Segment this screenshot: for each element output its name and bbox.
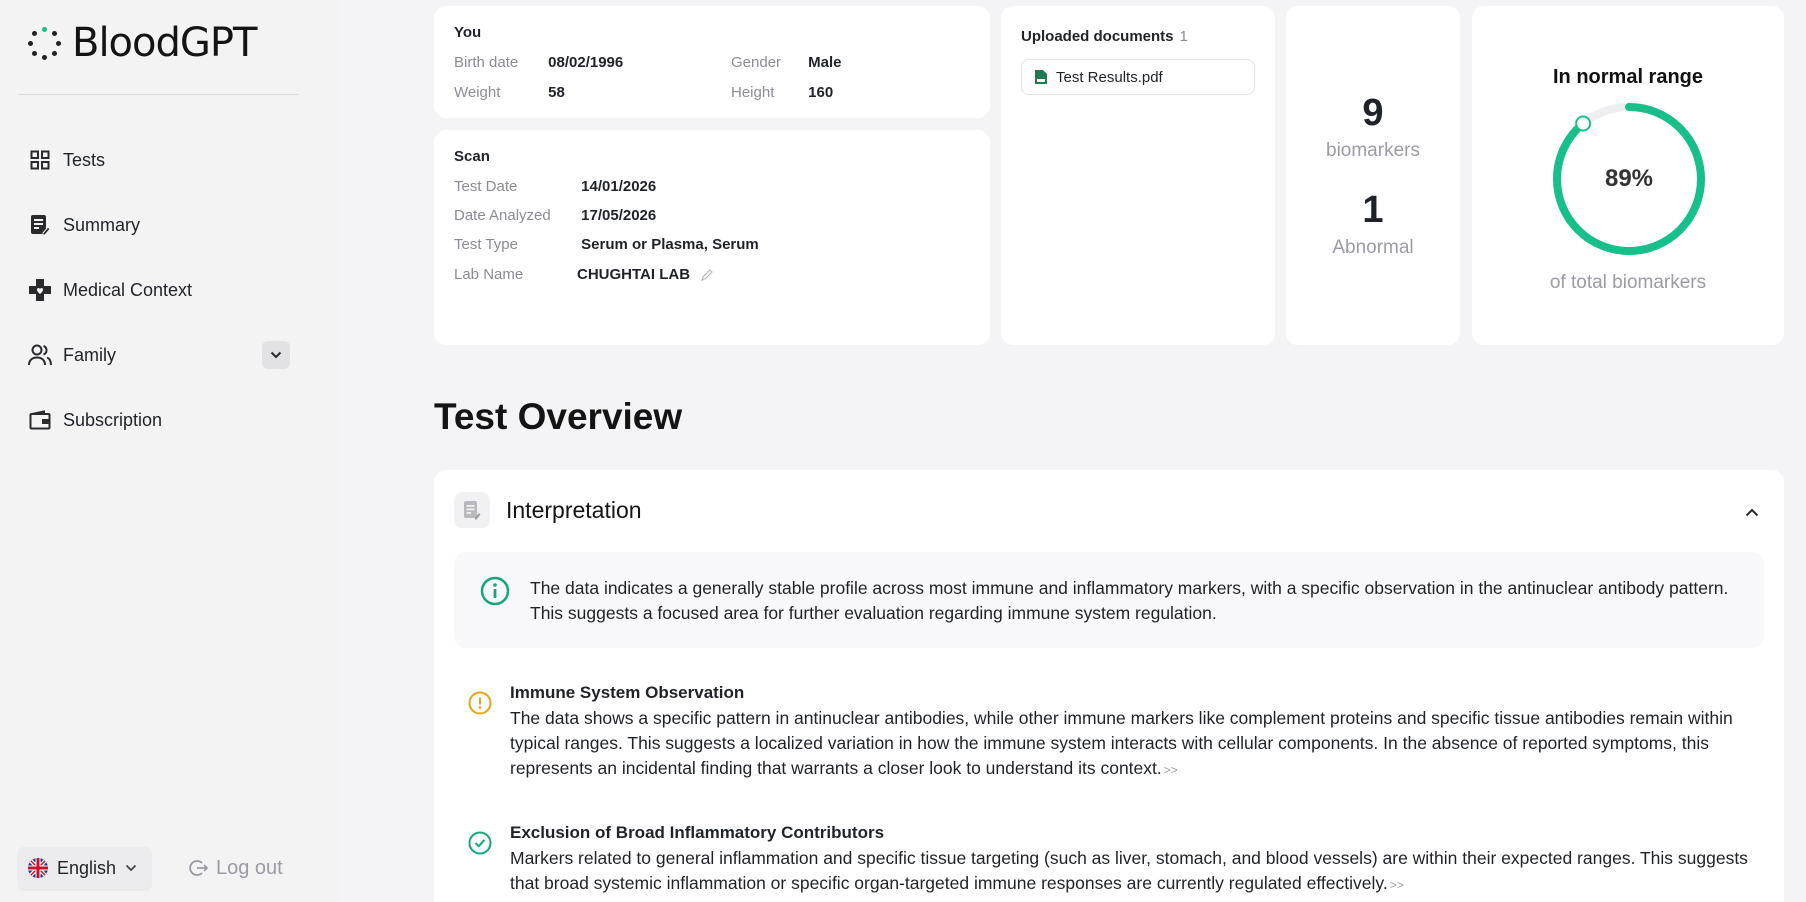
document-file-name: Test Results.pdf <box>1056 68 1163 86</box>
divider <box>18 94 298 95</box>
height-label: Height <box>731 84 775 101</box>
finding-title: Exclusion of Broad Inflammatory Contribu… <box>510 823 885 842</box>
chevron-down-icon <box>125 864 137 872</box>
chevron-down-icon <box>270 351 282 359</box>
lab-name-row: Lab Name CHUGHTAI LAB <box>454 266 714 283</box>
info-icon <box>480 576 510 606</box>
sidebar-item-summary[interactable]: Summary <box>28 205 290 245</box>
sidebar-item-label: Tests <box>63 149 106 170</box>
lab-name-label: Lab Name <box>454 266 524 283</box>
date-analyzed-row: Date Analyzed 17/05/2026 <box>454 207 656 224</box>
biomarkers-label: biomarkers <box>1326 140 1420 161</box>
finding-text: Markers related to general inflammation … <box>510 846 1758 898</box>
sidebar-item-label: Medical Context <box>63 279 193 300</box>
users-icon <box>28 343 52 367</box>
interpretation-title: Interpretation <box>506 496 642 523</box>
edit-pencil-icon[interactable] <box>700 268 714 282</box>
lab-name-value: CHUGHTAI LAB <box>577 266 691 283</box>
main-content: You Birth date 08/02/1996 Gender Male We… <box>408 0 1806 902</box>
date-analyzed-value: 17/05/2026 <box>581 207 657 224</box>
scan-title: Scan <box>454 148 490 165</box>
weight-label: Weight <box>454 84 501 101</box>
document-icon <box>454 492 490 528</box>
grid-icon <box>28 148 52 172</box>
logout-label: Log out <box>216 856 283 879</box>
finding-item: Exclusion of Broad Inflammatory Contribu… <box>468 823 1758 898</box>
test-date-value: 14/01/2026 <box>581 178 657 195</box>
page-title: Test Overview <box>434 396 683 437</box>
logout-button[interactable]: Log out <box>188 847 283 889</box>
sidebar-item-family[interactable]: Family <box>28 335 290 375</box>
normal-range-title: In normal range <box>1552 66 1704 88</box>
finding-item: Immune System Observation The data shows… <box>468 683 1758 783</box>
read-more-link[interactable]: >> <box>1390 878 1404 892</box>
sidebar-item-label: Subscription <box>63 409 163 430</box>
document-edit-icon <box>28 213 52 237</box>
test-date-row: Test Date 14/01/2026 <box>454 178 656 195</box>
normal-range-card: In normal range 89% of total biomarkers <box>1472 6 1784 345</box>
scan-card: Scan Test Date 14/01/2026 Date Analyzed … <box>434 130 990 345</box>
finding-text: The data shows a specific pattern in ant… <box>510 706 1758 783</box>
uploaded-documents-card: Uploaded documents 1 Test Results.pdf <box>1001 6 1275 345</box>
sidebar-item-tests[interactable]: Tests <box>28 140 290 180</box>
birth-date-value: 08/02/1996 <box>548 54 624 71</box>
sidebar: BloodGPT Tests Summary Medical Context F… <box>0 0 338 902</box>
date-analyzed-label: Date Analyzed <box>454 207 551 224</box>
document-file-chip[interactable]: Test Results.pdf <box>1021 59 1255 95</box>
weight-row: Weight 58 <box>454 84 565 101</box>
app-logo[interactable]: BloodGPT <box>28 20 257 66</box>
sidebar-item-medical-context[interactable]: Medical Context <box>28 270 290 310</box>
gender-label: Gender <box>731 54 782 71</box>
weight-value: 58 <box>548 84 565 101</box>
profile-title: You <box>454 24 482 41</box>
height-value: 160 <box>808 84 834 101</box>
finding-body: The data shows a specific pattern in ant… <box>510 708 1733 778</box>
documents-count: 1 <box>1179 28 1188 45</box>
language-selector[interactable]: English <box>18 847 152 889</box>
gender-value: Male <box>808 54 842 71</box>
read-more-link[interactable]: >> <box>1164 763 1178 777</box>
interpretation-summary-text: The data indicates a generally stable pr… <box>530 578 1729 623</box>
normal-range-percent: 89% <box>1604 165 1654 192</box>
abnormal-count: 1 <box>1362 189 1384 231</box>
sidebar-nav: Tests Summary Medical Context Family Sub… <box>28 140 290 465</box>
sidebar-item-subscription[interactable]: Subscription <box>28 400 290 440</box>
app-name: BloodGPT <box>72 20 257 66</box>
wallet-icon <box>28 408 52 432</box>
gender-row: Gender Male <box>731 54 842 71</box>
check-circle-icon <box>468 831 492 855</box>
sidebar-item-label: Summary <box>63 214 141 235</box>
documents-title: Uploaded documents 1 <box>1021 28 1255 45</box>
biomarkers-count: 9 <box>1362 92 1384 134</box>
abnormal-label: Abnormal <box>1332 237 1414 258</box>
interpretation-summary: The data indicates a generally stable pr… <box>454 552 1764 648</box>
medical-cross-icon <box>28 278 52 302</box>
uk-flag-icon <box>28 858 48 878</box>
interpretation-card: Interpretation The data indicates a gene… <box>434 470 1784 902</box>
test-type-label: Test Type <box>454 236 518 253</box>
test-type-row: Test Type Serum or Plasma, Serum <box>454 236 759 253</box>
sidebar-item-label: Family <box>63 344 116 365</box>
interpretation-header[interactable]: Interpretation <box>454 492 642 528</box>
pdf-file-icon <box>1035 70 1047 84</box>
spinner-logo-icon <box>28 26 62 60</box>
collapse-button[interactable] <box>1740 500 1764 524</box>
finding-title: Immune System Observation <box>510 683 745 702</box>
profile-card: You Birth date 08/02/1996 Gender Male We… <box>434 6 990 118</box>
height-row: Height 160 <box>731 84 833 101</box>
chevron-up-icon <box>1745 508 1759 516</box>
language-label: English <box>57 857 117 878</box>
expand-family-button[interactable] <box>262 341 290 369</box>
birth-date-row: Birth date 08/02/1996 <box>454 54 623 71</box>
logout-icon <box>189 860 208 876</box>
test-date-label: Test Date <box>454 178 518 195</box>
warning-icon <box>468 691 492 715</box>
biomarker-counts-card: 9 biomarkers 1 Abnormal <box>1286 6 1460 345</box>
finding-body: Markers related to general inflammation … <box>510 848 1748 893</box>
birth-date-label: Birth date <box>454 54 519 71</box>
normal-range-subtitle: of total biomarkers <box>1549 272 1707 293</box>
documents-title-text: Uploaded documents <box>1021 28 1174 45</box>
test-type-value: Serum or Plasma, Serum <box>581 236 759 253</box>
